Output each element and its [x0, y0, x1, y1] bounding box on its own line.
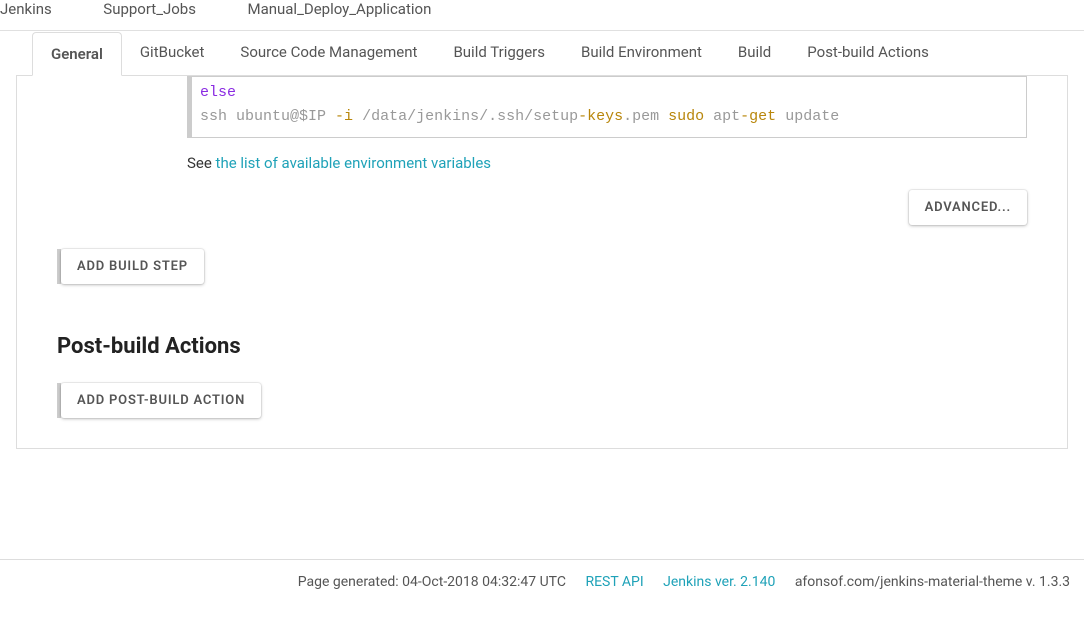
code-token: .pem — [623, 108, 668, 125]
code-token: sudo — [668, 108, 713, 125]
tab-general[interactable]: General — [32, 32, 122, 76]
code-token: ubuntu@$IP — [236, 108, 335, 125]
config-panel: else ssh ubuntu@$IP -i /data/jenkins/.ss… — [16, 76, 1068, 449]
shell-command-textarea[interactable]: else ssh ubuntu@$IP -i /data/jenkins/.ss… — [191, 76, 1027, 138]
code-token: update — [785, 108, 839, 125]
breadcrumb: Jenkins Support_Jobs Manual_Deploy_Appli… — [0, 0, 1084, 31]
code-token: -i — [335, 108, 362, 125]
footer-theme: afonsof.com/jenkins-material-theme v. 1.… — [795, 574, 1070, 590]
footer-generated: Page generated: 04-Oct-2018 04:32:47 UTC — [298, 574, 566, 590]
page-footer: Page generated: 04-Oct-2018 04:32:47 UTC… — [0, 560, 1084, 590]
tab-build-triggers[interactable]: Build Triggers — [435, 31, 563, 75]
env-variables-link[interactable]: the list of available environment variab… — [216, 154, 491, 172]
env-var-hint: See the list of available environment va… — [187, 154, 1027, 172]
code-token: /data/jenkins/.ssh/setup — [362, 108, 578, 125]
tab-build-environment[interactable]: Build Environment — [563, 31, 720, 75]
add-post-build-action-button[interactable]: Add post-build action — [61, 383, 261, 418]
footer-rest-api-link[interactable]: REST API — [585, 574, 643, 590]
code-token: ssh — [200, 108, 236, 125]
hint-text: See — [187, 154, 216, 172]
code-token: -get — [740, 108, 785, 125]
config-tabs: General GitBucket Source Code Management… — [16, 31, 1068, 76]
code-token: -keys — [578, 108, 623, 125]
code-keyword: else — [200, 84, 236, 101]
tab-post-build-actions[interactable]: Post-build Actions — [789, 31, 947, 75]
footer-version-link[interactable]: Jenkins ver. 2.140 — [663, 574, 775, 590]
tab-gitbucket[interactable]: GitBucket — [122, 31, 223, 75]
breadcrumb-item-manual-deploy[interactable]: Manual_Deploy_Application — [247, 0, 431, 18]
post-build-actions-heading: Post-build Actions — [57, 334, 1067, 359]
code-token: apt — [713, 108, 740, 125]
breadcrumb-item-support-jobs[interactable]: Support_Jobs — [103, 0, 196, 18]
tab-build[interactable]: Build — [720, 31, 789, 75]
tab-scm[interactable]: Source Code Management — [222, 31, 435, 75]
breadcrumb-item-jenkins[interactable]: Jenkins — [0, 0, 52, 18]
advanced-button[interactable]: Advanced... — [909, 190, 1027, 225]
add-build-step-button[interactable]: Add build step — [61, 249, 204, 284]
